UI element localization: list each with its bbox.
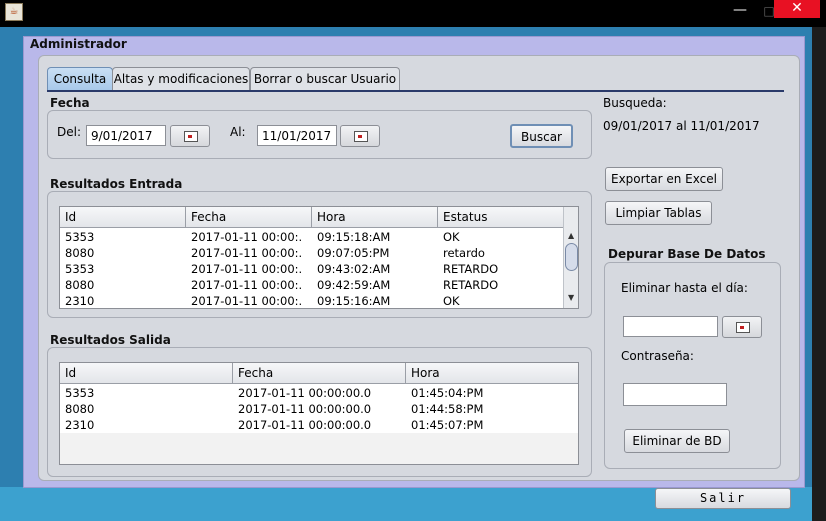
- cell-fecha: 2017-01-11 00:00:00.0: [238, 418, 372, 432]
- clear-tables-button[interactable]: Limpiar Tablas: [605, 201, 712, 225]
- tab-altas-modificaciones[interactable]: Altas y modificaciones: [112, 67, 250, 90]
- cell-hora: 09:15:16:AM: [317, 294, 391, 308]
- cell-id: 2310: [65, 294, 95, 308]
- vertical-scrollbar[interactable]: ▲ ▼: [563, 207, 578, 308]
- tab-borrar-buscar-usuario[interactable]: Borrar o buscar Usuario: [250, 67, 400, 90]
- window-edge: [812, 27, 826, 521]
- column-header-id[interactable]: Id: [60, 363, 233, 383]
- column-header-fecha[interactable]: Fecha: [233, 363, 406, 383]
- cell-id: 5353: [65, 386, 95, 400]
- column-header-id[interactable]: Id: [60, 207, 186, 227]
- scrollbar-thumb[interactable]: [565, 243, 578, 271]
- export-excel-button[interactable]: Exportar en Excel: [605, 167, 723, 191]
- password-label: Contraseña:: [621, 349, 694, 363]
- al-date-field[interactable]: 11/01/2017: [257, 125, 337, 146]
- scroll-down-icon[interactable]: ▼: [568, 293, 574, 302]
- cell-estatus: retardo: [443, 246, 485, 260]
- password-field[interactable]: [623, 383, 727, 406]
- cell-estatus: OK: [443, 230, 460, 244]
- cell-hora: 01:44:58:PM: [411, 402, 484, 416]
- table-row[interactable]: 5353 2017-01-11 00:00:... 09:15:18:AM OK: [60, 229, 564, 245]
- eliminar-bd-button[interactable]: Eliminar de BD: [624, 429, 730, 453]
- cell-hora: 09:15:18:AM: [317, 230, 391, 244]
- eliminar-calendar-button[interactable]: [722, 316, 762, 338]
- cell-estatus: RETARDO: [443, 278, 499, 292]
- cell-hora: 09:42:59:AM: [317, 278, 391, 292]
- close-button[interactable]: ✕: [774, 0, 820, 18]
- table-row[interactable]: 2310 2017-01-11 00:00:... 09:15:16:AM OK: [60, 293, 564, 308]
- cell-hora: 09:43:02:AM: [317, 262, 391, 276]
- cell-id: 5353: [65, 230, 95, 244]
- cell-id: 5353: [65, 262, 95, 276]
- cell-id: 8080: [65, 402, 95, 416]
- cell-fecha: 2017-01-11 00:00:...: [191, 230, 301, 244]
- table-row[interactable]: 8080 2017-01-11 00:00:00.0 01:44:58:PM: [60, 401, 578, 417]
- table-row[interactable]: 2310 2017-01-11 00:00:00.0 01:45:07:PM: [60, 417, 578, 433]
- entrada-table[interactable]: Id Fecha Hora Estatus 5353 2017-01-11 00…: [59, 206, 579, 309]
- column-header-estatus[interactable]: Estatus: [438, 207, 564, 227]
- table-empty-area: [60, 433, 578, 464]
- del-date-field[interactable]: 9/01/2017: [86, 125, 166, 146]
- table-row[interactable]: 5353 2017-01-11 00:00:... 09:43:02:AM RE…: [60, 261, 564, 277]
- busqueda-label: Busqueda:: [603, 96, 667, 110]
- column-header-hora[interactable]: Hora: [406, 363, 578, 383]
- buscar-button[interactable]: Buscar: [510, 124, 573, 148]
- del-label: Del:: [57, 125, 81, 139]
- cell-fecha: 2017-01-11 00:00:...: [191, 294, 301, 308]
- minimize-button[interactable]: —: [722, 0, 758, 24]
- salida-table[interactable]: Id Fecha Hora 5353 2017-01-11 00:00:00.0…: [59, 362, 579, 465]
- cell-fecha: 2017-01-11 00:00:00.0: [238, 402, 372, 416]
- al-label: Al:: [230, 125, 246, 139]
- table-row[interactable]: 5353 2017-01-11 00:00:00.0 01:45:04:PM: [60, 385, 578, 401]
- fecha-title: Fecha: [50, 96, 90, 110]
- cell-id: 8080: [65, 246, 95, 260]
- scroll-up-icon[interactable]: ▲: [568, 231, 574, 240]
- tab-consulta[interactable]: Consulta: [47, 67, 113, 90]
- al-calendar-button[interactable]: [340, 125, 380, 147]
- cell-id: 2310: [65, 418, 95, 432]
- column-header-hora[interactable]: Hora: [312, 207, 438, 227]
- title-bar: [0, 0, 826, 27]
- busqueda-range: 09/01/2017 al 11/01/2017: [603, 119, 760, 133]
- cell-fecha: 2017-01-11 00:00:...: [191, 278, 301, 292]
- cell-id: 8080: [65, 278, 95, 292]
- salida-title: Resultados Salida: [50, 333, 171, 347]
- del-calendar-button[interactable]: [170, 125, 210, 147]
- depurar-title: Depurar Base De Datos: [608, 247, 766, 261]
- cell-fecha: 2017-01-11 00:00:00.0: [238, 386, 372, 400]
- java-icon[interactable]: ☕: [5, 3, 23, 21]
- panel-title: Administrador: [30, 37, 127, 51]
- cell-hora: 01:45:04:PM: [411, 386, 484, 400]
- table-header: Id Fecha Hora: [60, 363, 578, 384]
- cell-estatus: OK: [443, 294, 460, 308]
- table-row[interactable]: 8080 2017-01-11 00:00:... 09:07:05:PM re…: [60, 245, 564, 261]
- calendar-icon: [736, 322, 750, 333]
- salir-button[interactable]: Salir: [655, 488, 791, 509]
- cell-hora: 09:07:05:PM: [317, 246, 390, 260]
- cell-hora: 01:45:07:PM: [411, 418, 484, 432]
- calendar-icon: [184, 131, 198, 142]
- table-header: Id Fecha Hora Estatus: [60, 207, 564, 228]
- eliminar-date-field[interactable]: [623, 316, 718, 337]
- entrada-title: Resultados Entrada: [50, 177, 183, 191]
- cell-fecha: 2017-01-11 00:00:...: [191, 262, 301, 276]
- cell-fecha: 2017-01-11 00:00:...: [191, 246, 301, 260]
- column-header-fecha[interactable]: Fecha: [186, 207, 312, 227]
- calendar-icon: [354, 131, 368, 142]
- cell-estatus: RETARDO: [443, 262, 499, 276]
- table-row[interactable]: 8080 2017-01-11 00:00:... 09:42:59:AM RE…: [60, 277, 564, 293]
- eliminar-label: Eliminar hasta el día:: [621, 281, 748, 295]
- tab-divider: [47, 90, 784, 92]
